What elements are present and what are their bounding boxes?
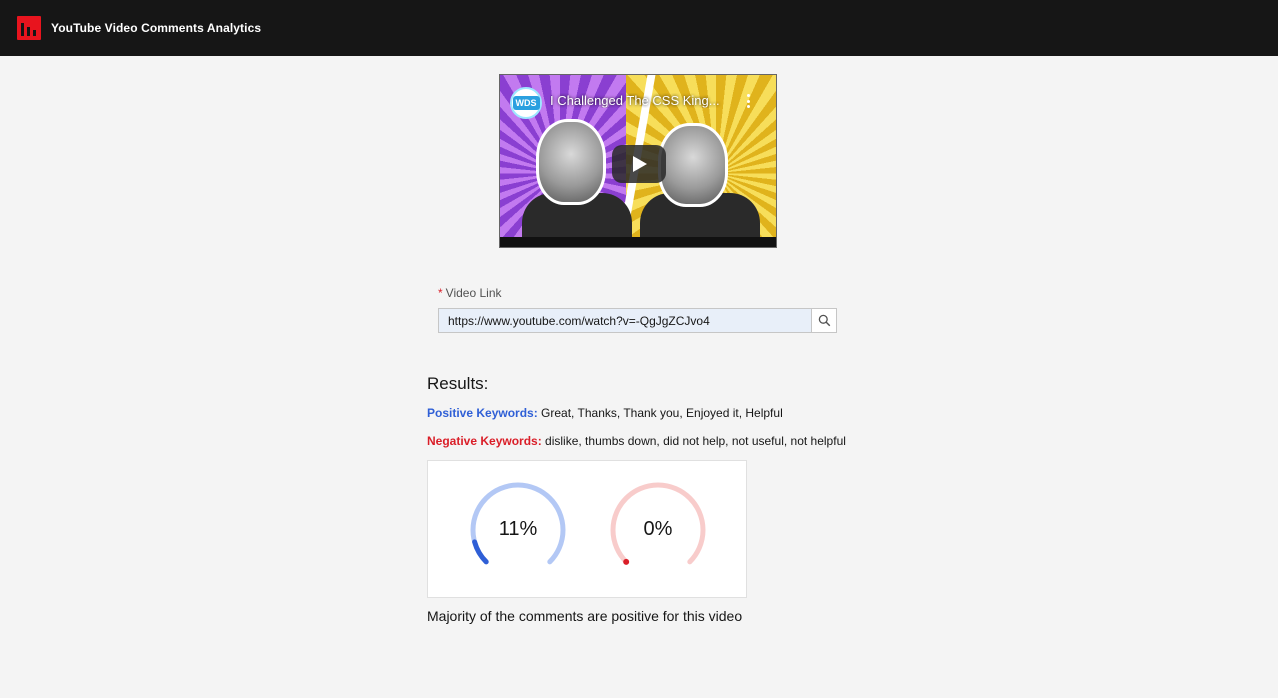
person-left-face xyxy=(536,119,606,205)
channel-badge: WDS xyxy=(512,96,540,110)
negative-gauge-dot xyxy=(623,558,630,565)
negative-gauge: 0% xyxy=(608,480,708,580)
negative-keywords-label: Negative Keywords: xyxy=(427,434,542,448)
negative-keywords-list: dislike, thumbs down, did not help, not … xyxy=(545,434,846,448)
negative-gauge-value: 0% xyxy=(643,518,673,540)
positive-keywords-line: Positive Keywords: Great, Thanks, Thank … xyxy=(427,406,783,420)
negative-keywords-line: Negative Keywords: dislike, thumbs down,… xyxy=(427,434,846,448)
video-title[interactable]: I Challenged The CSS King... xyxy=(550,93,740,108)
bar-chart-logo-icon xyxy=(17,16,41,40)
video-embed[interactable]: WDS I Challenged The CSS King... xyxy=(499,74,777,248)
app-header: YouTube Video Comments Analytics xyxy=(0,0,1278,56)
required-marker: * xyxy=(438,286,443,300)
video-link-input[interactable] xyxy=(438,308,812,333)
positive-keywords-list: Great, Thanks, Thank you, Enjoyed it, He… xyxy=(541,406,783,420)
more-options-icon[interactable] xyxy=(744,94,752,108)
results-heading: Results: xyxy=(427,374,489,393)
channel-avatar[interactable]: WDS xyxy=(510,87,542,119)
video-link-label: * Video Link xyxy=(438,286,502,300)
search-button[interactable] xyxy=(811,308,837,333)
positive-gauge-value: 11% xyxy=(498,518,538,540)
play-button-icon[interactable] xyxy=(612,145,666,183)
positive-gauge: 11% xyxy=(468,480,568,580)
search-icon xyxy=(818,314,831,327)
positive-keywords-label: Positive Keywords: xyxy=(427,406,538,420)
video-link-label-text: Video Link xyxy=(445,286,502,300)
video-bottom-bar xyxy=(500,237,776,247)
person-right-face xyxy=(658,123,728,207)
app-title: YouTube Video Comments Analytics xyxy=(51,21,262,35)
positive-gauge-fill xyxy=(472,539,489,565)
gauge-card: 11% 0% xyxy=(427,460,747,598)
summary-text: Majority of the comments are positive fo… xyxy=(427,608,743,624)
